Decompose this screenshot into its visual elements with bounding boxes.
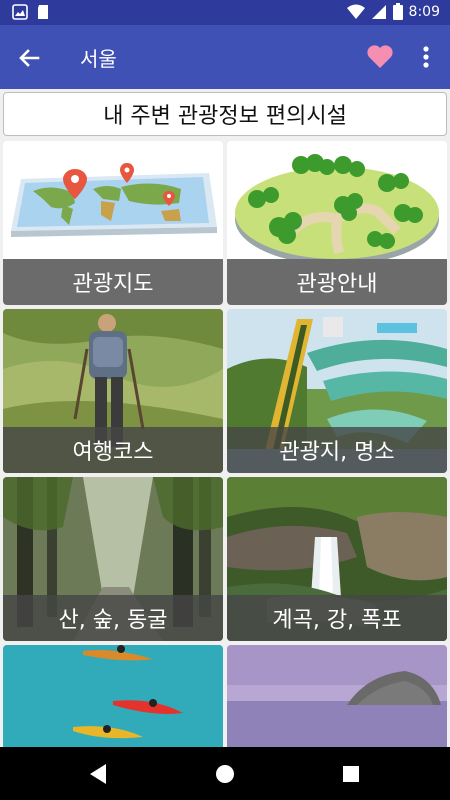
back-triangle-icon[interactable] — [86, 761, 112, 787]
kayaks-photo — [3, 645, 223, 747]
home-circle-icon[interactable] — [212, 761, 238, 787]
battery-icon — [392, 3, 403, 20]
card-caption: 관광안내 — [227, 259, 447, 305]
card-attractions[interactable]: 관광지, 명소 — [227, 309, 447, 473]
back-arrow-icon[interactable] — [14, 43, 44, 73]
card-caption: 계곡, 강, 폭포 — [227, 595, 447, 641]
card-caption: 관광지도 — [3, 259, 223, 305]
nearby-tabs-row: 내 주변 관광정보 편의시설 — [0, 89, 450, 139]
signal-icon — [371, 4, 386, 19]
app-bar: 서울 — [0, 25, 450, 89]
category-grid: 관광지도 관광안내 여행코스 관광지, 명소 산, 숲, 동굴 계곡, 강, 폭… — [0, 139, 450, 747]
card-caption: 산, 숲, 동굴 — [3, 595, 223, 641]
sd-card-icon — [38, 5, 48, 19]
card-tour-map[interactable]: 관광지도 — [3, 141, 223, 305]
status-time: 8:09 — [408, 3, 440, 20]
card-caption: 관광지, 명소 — [227, 427, 447, 473]
recents-square-icon[interactable] — [338, 761, 364, 787]
heart-icon[interactable] — [366, 43, 394, 71]
page-title: 서울 — [80, 47, 117, 71]
card-travel-course[interactable]: 여행코스 — [3, 309, 223, 473]
image-notification-icon — [12, 4, 28, 20]
card-valley-river-waterfall[interactable]: 계곡, 강, 폭포 — [227, 477, 447, 641]
nearby-info-tab[interactable]: 내 주변 관광정보 편의시설 — [3, 92, 447, 136]
card-caption: 여행코스 — [3, 427, 223, 473]
card-tour-guide[interactable]: 관광안내 — [227, 141, 447, 305]
more-vert-icon[interactable] — [414, 43, 438, 71]
card-sea-island[interactable] — [227, 645, 447, 747]
card-mountain-forest-cave[interactable]: 산, 숲, 동굴 — [3, 477, 223, 641]
system-nav-bar — [0, 747, 450, 800]
sea-island-photo — [227, 645, 447, 747]
card-kayaks[interactable] — [3, 645, 223, 747]
wifi-icon — [346, 4, 365, 19]
status-bar: 8:09 — [0, 0, 450, 25]
